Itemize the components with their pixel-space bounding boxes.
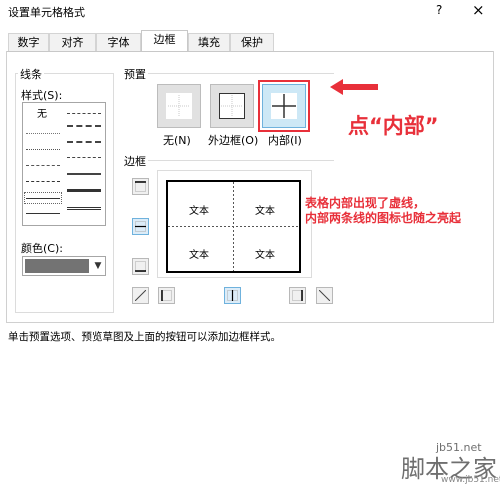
watermark-sub: www.jb51.net (441, 475, 500, 485)
border-inside-vertical-button[interactable] (224, 287, 241, 304)
line-style-item[interactable] (26, 133, 60, 134)
border-top-button[interactable] (132, 178, 149, 195)
annotation-note: 表格内部出现了虚线， 内部两条线的图标也随之亮起 (305, 196, 461, 226)
preset-inside-button[interactable] (262, 84, 306, 128)
preview-grid[interactable]: 文本 文本 文本 文本 (166, 180, 301, 273)
border-group-line (148, 160, 334, 161)
tab-border[interactable]: 边框 (141, 30, 188, 52)
line-style-item[interactable] (67, 113, 101, 114)
preset-none-icon (166, 93, 192, 119)
preset-outline-button[interactable] (210, 84, 254, 128)
tab-alignment[interactable]: 对齐 (49, 33, 96, 51)
dialog-titlebar: 设置单元格格式 ? × (0, 0, 500, 22)
diagonal-up-icon (135, 290, 146, 301)
line-style-item[interactable] (26, 149, 60, 150)
border-bottom-button[interactable] (132, 258, 149, 275)
line-style-item[interactable] (26, 198, 60, 199)
preview-inner-lines (168, 182, 299, 271)
preset-inside-label: 内部(I) (268, 134, 302, 147)
preset-none-label: 无(N) (163, 134, 191, 147)
preset-none-button[interactable] (157, 84, 201, 128)
preview-cell-text: 文本 (255, 250, 275, 261)
preview-cell-text: 文本 (255, 206, 275, 217)
hint-text: 单击预置选项、预览草图及上面的按钮可以添加边框样式。 (8, 331, 281, 343)
border-right-icon (292, 290, 303, 301)
line-style-item[interactable] (26, 181, 60, 182)
line-style-item[interactable] (26, 165, 60, 166)
annotation-note-line1: 表格内部出现了虚线， (305, 196, 426, 210)
border-left-icon (161, 290, 172, 301)
tab-protection[interactable]: 保护 (230, 33, 274, 51)
line-style-item[interactable] (67, 207, 101, 210)
color-swatch[interactable] (25, 259, 89, 273)
dialog-title: 设置单元格格式 (8, 6, 85, 19)
tab-number[interactable]: 数字 (8, 33, 49, 51)
line-style-item[interactable] (67, 157, 101, 158)
line-style-item[interactable] (26, 213, 60, 214)
border-inside-horizontal-button[interactable] (132, 218, 149, 235)
border-diagonal-down-button[interactable] (316, 287, 333, 304)
line-style-item[interactable] (67, 141, 101, 143)
border-diagonal-up-button[interactable] (132, 287, 149, 304)
border-inside-vertical-icon (227, 290, 238, 301)
border-bottom-icon (135, 261, 146, 272)
border-top-icon (135, 181, 146, 192)
preview-cell-text: 文本 (189, 250, 209, 261)
annotation-click-inside: 点“内部” (348, 114, 439, 138)
tab-font[interactable]: 字体 (96, 33, 141, 51)
chevron-down-icon[interactable]: ▼ (92, 259, 104, 273)
close-button[interactable]: × (472, 1, 485, 19)
preset-group-line (148, 73, 334, 74)
annotation-note-line2: 内部两条线的图标也随之亮起 (305, 211, 462, 225)
line-style-none[interactable]: 无 (37, 105, 47, 120)
style-label: 样式(S): (21, 89, 63, 102)
diagonal-down-icon (319, 290, 330, 301)
red-arrow-icon (330, 79, 378, 95)
color-label: 颜色(C): (21, 242, 63, 255)
help-button[interactable]: ? (436, 3, 442, 17)
preset-group-title: 预置 (122, 66, 148, 82)
preset-outline-label: 外边框(O) (208, 134, 259, 147)
lines-group-title: 线条 (18, 66, 44, 82)
border-right-button[interactable] (289, 287, 306, 304)
border-left-button[interactable] (158, 287, 175, 304)
preset-outline-icon (219, 93, 245, 119)
line-style-item[interactable] (67, 125, 101, 127)
line-style-item[interactable] (67, 189, 101, 192)
line-style-list[interactable]: 无 (22, 102, 106, 226)
preview-cell-text: 文本 (189, 206, 209, 217)
border-inside-horizontal-icon (135, 221, 146, 232)
preset-inside-icon (271, 93, 297, 119)
border-group-title: 边框 (122, 153, 148, 169)
tab-fill[interactable]: 填充 (188, 33, 230, 51)
line-style-item[interactable] (67, 173, 101, 175)
